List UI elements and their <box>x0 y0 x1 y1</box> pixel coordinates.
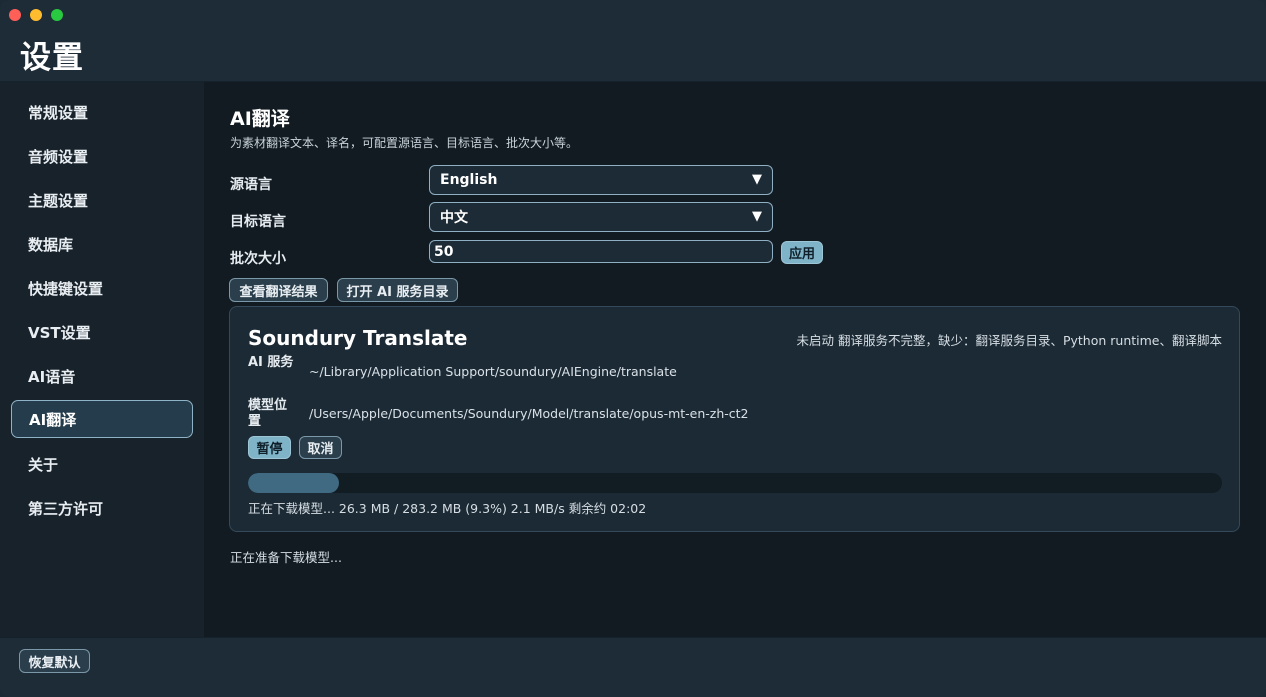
sidebar-item-shortcuts[interactable]: 快捷键设置 <box>11 269 193 307</box>
target-language-label: 目标语言 <box>230 214 286 230</box>
translate-service-card: Soundury Translate 未启动 翻译服务不完整，缺少：翻译服务目录… <box>229 306 1240 532</box>
sidebar-item-about[interactable]: 关于 <box>11 445 193 483</box>
download-progress-bar <box>248 473 1222 493</box>
zoom-window-button[interactable] <box>51 9 63 21</box>
view-results-button[interactable]: 查看翻译结果 <box>229 278 328 302</box>
batch-size-label: 批次大小 <box>230 251 286 267</box>
service-title: Soundury Translate <box>248 326 468 350</box>
service-status: 未启动 翻译服务不完整，缺少：翻译服务目录、Python runtime、翻译脚… <box>796 333 1222 348</box>
pause-button[interactable]: 暂停 <box>248 436 291 459</box>
model-location-label: 模型位置 <box>248 398 288 429</box>
minimize-window-button[interactable] <box>30 9 42 21</box>
sidebar-item-database[interactable]: 数据库 <box>11 225 193 263</box>
ai-service-label: AI 服务 <box>248 355 294 370</box>
sidebar: 常规设置 音频设置 主题设置 数据库 快捷键设置 VST设置 AI语音 AI翻译… <box>0 82 204 637</box>
settings-window: 设置 常规设置 音频设置 主题设置 数据库 快捷键设置 VST设置 AI语音 A… <box>0 0 1266 697</box>
section-title: AI翻译 <box>230 108 290 130</box>
target-language-select[interactable]: 中文 ▼ <box>429 202 773 232</box>
target-language-value: 中文 <box>440 210 468 226</box>
main-panel: AI翻译 为素材翻译文本、译名，可配置源语言、目标语言、批次大小等。 源语言 E… <box>204 82 1266 637</box>
source-language-label: 源语言 <box>230 177 272 193</box>
bottom-bar: 恢复默认 <box>0 637 1266 697</box>
apply-button[interactable]: 应用 <box>781 241 823 264</box>
chevron-down-icon: ▼ <box>752 209 762 224</box>
download-progress-text: 正在下载模型... 26.3 MB / 283.2 MB (9.3%) 2.1 … <box>248 501 647 516</box>
title-bar: 设置 <box>0 0 1266 82</box>
footer-status-text: 正在准备下载模型... <box>230 550 342 565</box>
sidebar-item-ai-voice[interactable]: AI语音 <box>11 357 193 395</box>
model-location-path: /Users/Apple/Documents/Soundury/Model/tr… <box>309 406 749 421</box>
download-progress-fill <box>248 473 339 493</box>
restore-defaults-button[interactable]: 恢复默认 <box>19 649 90 673</box>
sidebar-item-vst[interactable]: VST设置 <box>11 313 193 351</box>
close-window-button[interactable] <box>9 9 21 21</box>
sidebar-item-theme[interactable]: 主题设置 <box>11 181 193 219</box>
sidebar-item-general[interactable]: 常规设置 <box>11 93 193 131</box>
sidebar-item-audio[interactable]: 音频设置 <box>11 137 193 175</box>
source-language-value: English <box>440 172 498 188</box>
cancel-button[interactable]: 取消 <box>299 436 342 459</box>
window-title: 设置 <box>20 40 84 76</box>
open-ai-directory-button[interactable]: 打开 AI 服务目录 <box>337 278 458 302</box>
source-language-select[interactable]: English ▼ <box>429 165 773 195</box>
chevron-down-icon: ▼ <box>752 172 762 187</box>
section-description: 为素材翻译文本、译名，可配置源语言、目标语言、批次大小等。 <box>230 136 579 150</box>
sidebar-item-ai-translate[interactable]: AI翻译 <box>11 400 193 438</box>
sidebar-item-licenses[interactable]: 第三方许可 <box>11 489 193 527</box>
ai-service-path: ~/Library/Application Support/soundury/A… <box>309 364 677 379</box>
batch-size-input[interactable] <box>429 240 773 263</box>
traffic-lights <box>9 9 63 21</box>
